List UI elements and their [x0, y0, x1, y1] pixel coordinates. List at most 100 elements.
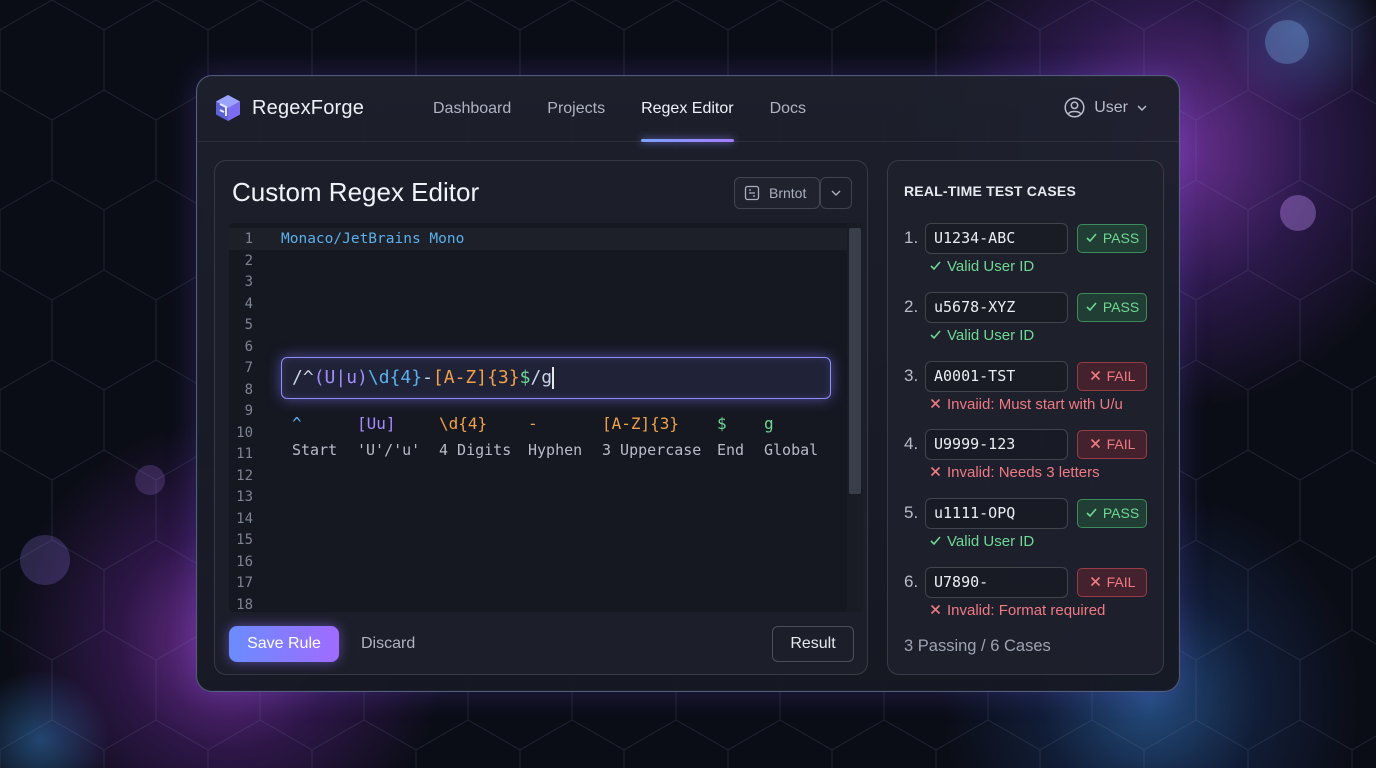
nav-projects[interactable]: Projects	[547, 76, 605, 142]
line-number: 8	[244, 381, 253, 398]
line-number: 12	[236, 467, 253, 484]
legend-item: ^ Start	[292, 411, 337, 463]
x-icon	[1089, 574, 1107, 590]
case-note: Valid User ID	[929, 327, 1034, 344]
font-dropdown-button[interactable]	[820, 177, 852, 209]
code-editor[interactable]: 1 2 3 4 5 6 7 8 9 10 11 12 13 14 15 16 17 18 Monaco/JetBr…	[229, 223, 863, 612]
result-button[interactable]: Result	[772, 626, 854, 662]
check-icon	[929, 327, 947, 344]
status-label: FAIL	[1106, 574, 1136, 590]
test-input[interactable]: u5678-XYZ	[925, 291, 1068, 323]
scrollbar-thumb[interactable]	[849, 228, 861, 494]
test-input[interactable]: u1111-OPQ	[925, 498, 1068, 530]
line-number: 5	[244, 317, 253, 333]
line-number: 15	[236, 532, 253, 548]
line-number: 3	[244, 274, 253, 290]
save-rule-button[interactable]: Save Rule	[229, 626, 339, 662]
brand[interactable]: RegexForge	[215, 94, 364, 122]
check-icon	[929, 533, 947, 550]
legend-description: End	[717, 441, 745, 459]
regex-editor-panel: Custom Regex Editor Brntot 1 2 3 4 5 6 7 8 9 10 11…	[214, 160, 868, 675]
status-label: FAIL	[1106, 436, 1136, 453]
bokeh-orb	[135, 465, 165, 495]
line-number: 18	[236, 596, 253, 613]
line-number-gutter: 1 2 3 4 5 6 7 8 9 10 11 12 13 14 15 16 17 18	[229, 228, 269, 612]
line-number: 4	[244, 295, 253, 312]
case-note: Valid User ID	[929, 533, 1034, 550]
font-hint-line: Monaco/JetBrains Mono	[281, 231, 465, 247]
test-input[interactable]: U7890-	[925, 567, 1068, 598]
bokeh-orb	[1280, 195, 1316, 231]
line-number: 6	[244, 338, 253, 355]
status-badge: PASS	[1077, 292, 1147, 322]
top-nav-bar: RegexForge Dashboard Projects Regex Edit…	[197, 76, 1179, 142]
user-menu[interactable]: User	[1064, 97, 1159, 118]
legend-item: [Uu] 'U'/'u'	[357, 411, 420, 463]
check-icon	[1085, 299, 1103, 315]
chevron-down-icon	[831, 190, 841, 196]
case-number: 4.	[904, 434, 919, 454]
test-input[interactable]: A0001-TST	[925, 360, 1068, 392]
user-label: User	[1094, 98, 1128, 116]
case-note: Invalid: Needs 3 letters	[929, 464, 1100, 481]
regex-token: \d{4}	[367, 367, 423, 388]
regex-token: -	[422, 367, 433, 388]
text-caret	[552, 367, 555, 389]
legend-token: ^	[292, 414, 302, 433]
case-note-text: Invalid: Needs 3 letters	[947, 464, 1100, 482]
legend-description: 'U'/'u'	[357, 441, 421, 459]
case-note: Invaiid: Must start with U/u	[929, 396, 1123, 413]
x-icon	[1089, 368, 1107, 384]
case-note-text: Valid User ID	[947, 326, 1035, 344]
legend-token: -	[528, 414, 538, 433]
status-badge: FAIL	[1077, 361, 1147, 391]
line-number: 1	[244, 231, 253, 247]
bokeh-orb	[1265, 20, 1309, 64]
case-note-text: Invaiid: Must start with U/u	[947, 395, 1123, 413]
legend-description: Global	[764, 441, 819, 459]
app-window: RegexForge Dashboard Projects Regex Edit…	[196, 75, 1180, 692]
x-icon	[1089, 436, 1107, 452]
regex-input[interactable]: /^(U|u)\d{4}-[A-Z]{3}$/g	[281, 357, 831, 399]
regex-token: $	[519, 367, 531, 388]
font-select[interactable]: Brntot	[734, 177, 820, 209]
case-number: 1.	[904, 228, 919, 247]
legend-item: - Hyphen	[528, 411, 582, 463]
legend-item: g Global	[764, 411, 818, 463]
legend-token: \d{4}	[439, 414, 488, 433]
status-badge: PASS	[1077, 224, 1147, 253]
test-input[interactable]: U9999-123	[925, 429, 1068, 461]
x-icon	[929, 464, 947, 481]
nav-docs[interactable]: Docs	[770, 76, 806, 142]
regex-token: [A-Z]{3}	[432, 367, 520, 388]
chevron-down-icon	[1137, 104, 1147, 111]
discard-button[interactable]: Discard	[361, 626, 415, 662]
case-note-text: Invalid: Format required	[947, 602, 1106, 619]
regex-token: /g	[530, 367, 553, 388]
test-input[interactable]: U1234-ABC	[925, 223, 1068, 254]
line-number: 2	[244, 252, 253, 269]
line-number: 10	[236, 424, 253, 441]
test-cases-panel: REAL-TIME TEST CASES 1. U1234-ABC PASS Vali…	[887, 160, 1164, 675]
panel-title: Custom Regex Editor	[232, 177, 480, 207]
nav-regex-editor[interactable]: Regex Editor	[641, 76, 734, 142]
test-case: 4. U9999-123 FAIL Invalid: Needs 3 letters	[904, 429, 1154, 495]
legend-token: [Uu]	[357, 414, 396, 433]
x-icon	[929, 602, 947, 619]
status-badge: FAIL	[1077, 568, 1147, 597]
test-case: 6. U7890- FAIL Invalid: Format required	[904, 567, 1154, 633]
check-icon	[1085, 230, 1103, 246]
brand-name: RegexForge	[252, 96, 365, 119]
test-summary: 3 Passing / 6 Cases	[904, 637, 1051, 655]
check-icon	[929, 258, 947, 275]
legend-description: Start	[292, 441, 338, 459]
line-number: 13	[236, 489, 253, 505]
line-number: 17	[236, 575, 253, 591]
legend-token: [A-Z]{3}	[602, 414, 680, 433]
nav-dashboard[interactable]: Dashboard	[433, 76, 511, 142]
x-icon	[929, 396, 947, 413]
line-number: 11	[236, 446, 253, 462]
case-note: Valid User ID	[929, 258, 1034, 275]
user-circle-icon	[1064, 97, 1085, 118]
scrollbar-track[interactable]	[847, 223, 863, 612]
